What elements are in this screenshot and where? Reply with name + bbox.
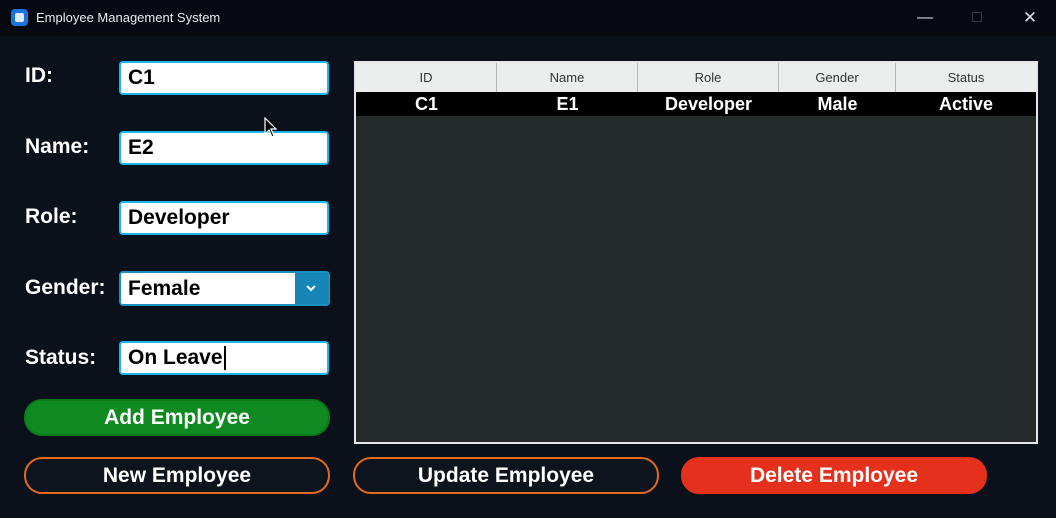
id-field[interactable]: C1 — [119, 61, 329, 95]
column-header-role[interactable]: Role — [638, 63, 779, 92]
gender-select-value: Female — [128, 277, 201, 300]
maximize-icon[interactable]: □ — [957, 3, 997, 33]
column-header-status[interactable]: Status — [896, 63, 1036, 92]
gender-label: Gender: — [25, 276, 106, 299]
mouse-cursor-icon — [264, 117, 278, 138]
dropdown-button[interactable] — [295, 273, 328, 304]
minimize-icon[interactable]: — — [905, 3, 945, 33]
id-label: ID: — [25, 64, 53, 87]
employee-table[interactable]: ID Name Role Gender Status C1 E1 Develop… — [354, 61, 1038, 444]
table-header: ID Name Role Gender Status — [356, 63, 1036, 92]
cell-status: Active — [938, 94, 994, 114]
close-icon[interactable]: ✕ — [1010, 3, 1050, 33]
app-icon — [11, 9, 28, 26]
window-title: Employee Management System — [36, 10, 221, 25]
cell-role: Developer — [664, 94, 753, 114]
cell-name: E1 — [556, 94, 579, 114]
name-field[interactable]: E2 — [119, 131, 329, 165]
add-employee-button[interactable]: Add Employee — [24, 399, 330, 436]
column-header-name[interactable]: Name — [497, 63, 638, 92]
status-field-text: On Leave — [128, 346, 223, 369]
delete-employee-button[interactable]: Delete Employee — [681, 457, 987, 494]
table-row[interactable]: C1 E1 Developer Male Active — [356, 92, 1036, 116]
chevron-down-icon — [306, 285, 316, 292]
cell-gender: Male — [817, 94, 858, 114]
status-field[interactable]: On Leave — [119, 341, 329, 375]
role-field[interactable]: Developer — [119, 201, 329, 235]
column-header-id[interactable]: ID — [356, 63, 497, 92]
status-label: Status: — [25, 346, 97, 369]
text-caret — [223, 346, 226, 371]
update-employee-button[interactable]: Update Employee — [353, 457, 659, 494]
column-header-gender[interactable]: Gender — [779, 63, 896, 92]
gender-select[interactable]: Female — [119, 271, 330, 306]
new-employee-button[interactable]: New Employee — [24, 457, 330, 494]
cell-id: C1 — [414, 94, 438, 114]
title-bar: Employee Management System — □ ✕ — [0, 0, 1056, 36]
name-label: Name: — [25, 135, 90, 158]
role-label: Role: — [25, 205, 78, 228]
